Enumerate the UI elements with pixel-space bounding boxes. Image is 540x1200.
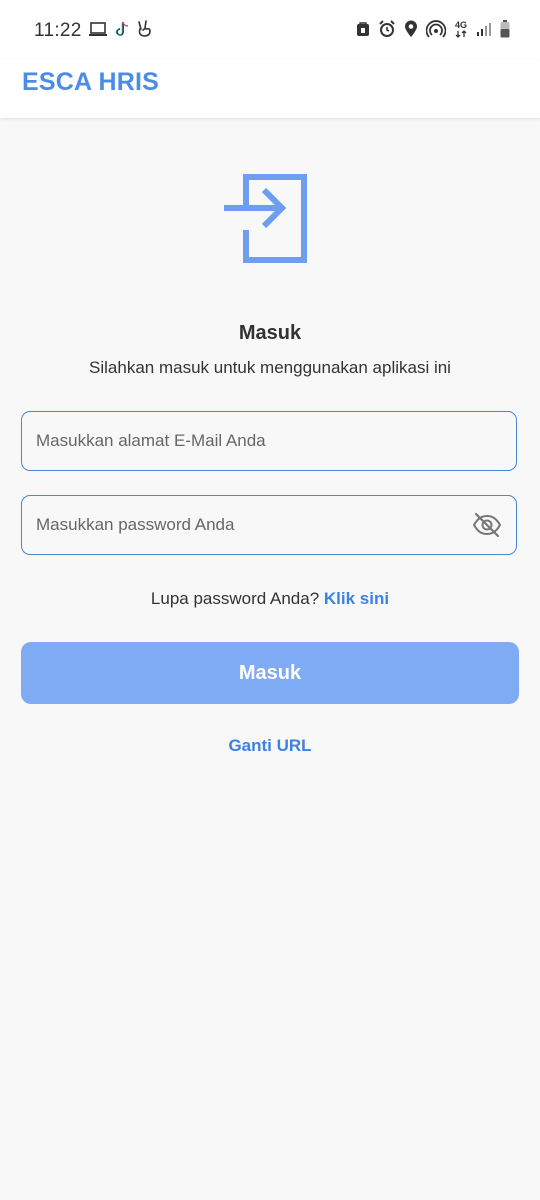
status-bar: 11:22 4G — [0, 0, 540, 60]
status-time: 11:22 — [34, 20, 82, 41]
email-input[interactable] — [36, 412, 456, 469]
signal-icon — [476, 21, 492, 37]
forgot-password-row: Lupa password Anda? Klik sini — [0, 589, 540, 609]
page-subtitle: Silahkan masuk untuk menggunakan aplikas… — [89, 358, 451, 377]
tiktok-icon — [114, 20, 130, 38]
eye-off-icon[interactable] — [472, 512, 502, 538]
app-title: ESCA HRIS — [22, 68, 160, 96]
login-icon — [220, 172, 312, 264]
location-icon — [404, 20, 418, 38]
app-bar: ESCA HRIS — [0, 60, 540, 118]
change-url-link[interactable]: Ganti URL — [0, 736, 540, 756]
laptop-icon — [88, 21, 108, 37]
password-input[interactable] — [36, 496, 456, 553]
hotspot-icon — [426, 20, 446, 38]
lock-notification-icon — [356, 21, 370, 37]
status-left-icons — [88, 20, 154, 38]
network-4g-icon: 4G — [454, 19, 468, 38]
battery-icon — [500, 20, 510, 38]
password-field[interactable] — [21, 495, 517, 555]
forgot-password-link[interactable]: Klik sini — [324, 589, 389, 608]
email-field[interactable] — [21, 411, 517, 471]
login-button[interactable]: Masuk — [21, 642, 519, 704]
page-title: Masuk — [238, 322, 302, 344]
alarm-icon — [378, 20, 396, 38]
forgot-password-prompt: Lupa password Anda? — [150, 589, 320, 608]
peace-hand-icon — [136, 20, 154, 38]
status-right-icons: 4G — [356, 20, 510, 38]
network-label: 4G — [454, 19, 467, 30]
